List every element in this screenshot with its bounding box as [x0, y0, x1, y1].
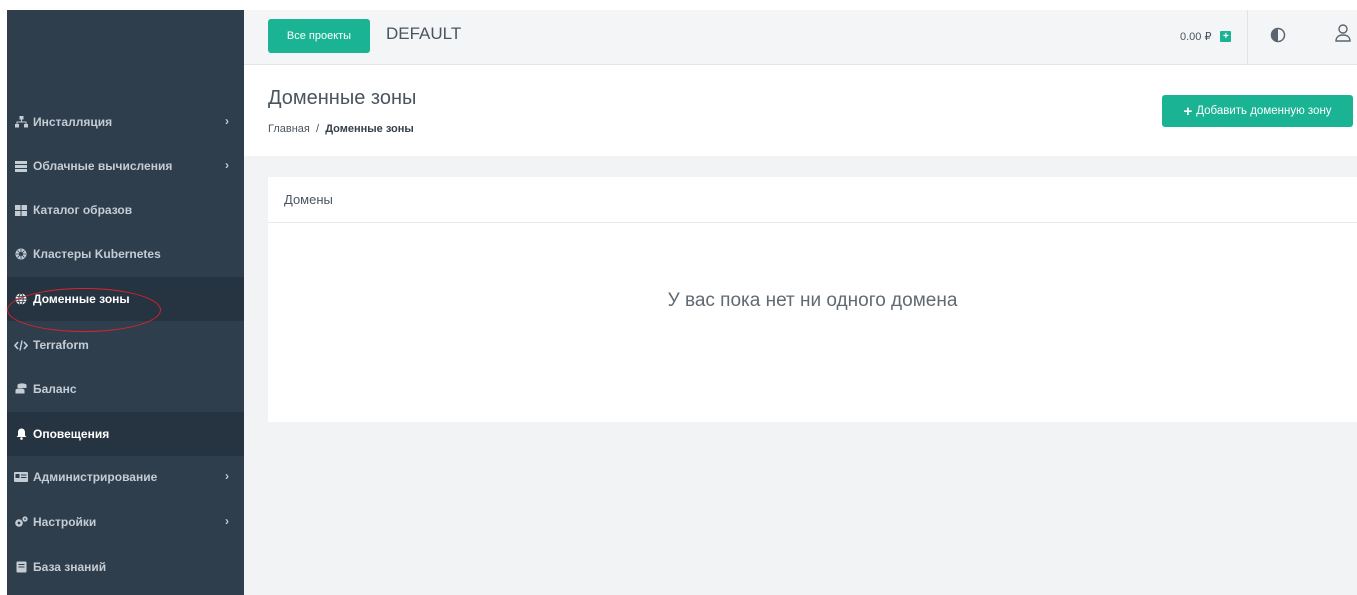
top-bar: Все проекты DEFAULT 0.00 ₽ +	[244, 10, 1357, 65]
sitemap-icon	[14, 115, 28, 129]
sidebar-item-image-catalog[interactable]: Каталог образов	[7, 188, 244, 232]
breadcrumb: Главная / Доменные зоны	[268, 123, 414, 135]
contrast-toggle-icon[interactable]	[1270, 27, 1286, 43]
app-root: Инсталляция › Облачные вычисления › Ката…	[0, 0, 1357, 595]
page-title: Доменные зоны	[268, 87, 417, 109]
divider	[1247, 10, 1248, 65]
bell-icon	[14, 427, 28, 441]
sidebar-item-label: База знаний	[33, 560, 107, 574]
project-name: DEFAULT	[386, 24, 462, 43]
breadcrumb-separator: /	[316, 123, 320, 135]
sidebar-item-label: Облачные вычисления	[33, 159, 173, 173]
coins-icon	[14, 382, 28, 396]
sidebar-item-label: Настройки	[33, 515, 97, 529]
server-icon	[14, 159, 28, 173]
sidebar-item-domain-zones[interactable]: Доменные зоны	[7, 277, 244, 321]
domains-panel: Домены У вас пока нет ни одного домена	[268, 177, 1357, 422]
chevron-right-icon: ›	[225, 514, 229, 528]
add-domain-zone-label: Добавить доменную зону	[1196, 105, 1332, 117]
sidebar-item-label: Баланс	[33, 382, 77, 396]
sidebar-item-cloud-computing[interactable]: Облачные вычисления ›	[7, 144, 244, 188]
chevron-right-icon: ›	[225, 158, 229, 172]
gears-icon	[14, 515, 28, 529]
book-icon	[14, 560, 28, 574]
chevron-right-icon: ›	[225, 114, 229, 128]
sidebar-item-kubernetes[interactable]: Кластеры Kubernetes	[7, 232, 244, 276]
user-icon[interactable]	[1334, 23, 1352, 43]
chevron-right-icon: ›	[225, 469, 229, 483]
kubernetes-icon	[14, 247, 28, 261]
code-icon	[14, 338, 28, 352]
sidebar: Инсталляция › Облачные вычисления › Ката…	[7, 10, 244, 595]
plus-icon: +	[1183, 102, 1193, 120]
grid-icon	[14, 203, 28, 217]
empty-state-message: У вас пока нет ни одного домена	[667, 290, 958, 311]
sidebar-logo-area	[7, 10, 244, 100]
sidebar-item-knowledge-base[interactable]: База знаний	[7, 545, 244, 589]
sidebar-item-settings[interactable]: Настройки ›	[7, 500, 244, 544]
balance-value: 0.00 ₽	[1180, 31, 1212, 43]
globe-icon	[14, 292, 28, 306]
sidebar-item-label: Инсталляция	[33, 115, 113, 129]
add-domain-zone-button[interactable]: + Добавить доменную зону	[1162, 95, 1353, 127]
sidebar-item-label: Terraform	[33, 338, 89, 352]
sidebar-item-administration[interactable]: Администрирование ›	[7, 455, 244, 499]
breadcrumb-current: Доменные зоны	[325, 123, 414, 135]
sidebar-item-balance[interactable]: Баланс	[7, 367, 244, 411]
sidebar-item-label: Оповещения	[33, 427, 110, 441]
sidebar-item-installation[interactable]: Инсталляция ›	[7, 100, 244, 144]
balance-widget[interactable]: 0.00 ₽ +	[1180, 30, 1232, 43]
breadcrumb-home-link[interactable]: Главная	[268, 123, 310, 135]
id-card-icon	[14, 470, 28, 484]
sidebar-item-label: Каталог образов	[33, 203, 133, 217]
all-projects-button[interactable]: Все проекты	[268, 19, 370, 53]
sidebar-item-notifications[interactable]: Оповещения	[7, 412, 244, 456]
add-funds-icon[interactable]: +	[1220, 31, 1232, 42]
main-content: Домены У вас пока нет ни одного домена	[244, 156, 1357, 595]
panel-title: Домены	[268, 177, 1357, 223]
page-header: Доменные зоны Главная / Доменные зоны + …	[244, 65, 1357, 156]
sidebar-item-label: Кластеры Kubernetes	[33, 247, 161, 261]
sidebar-item-terraform[interactable]: Terraform	[7, 323, 244, 367]
sidebar-item-label: Администрирование	[33, 470, 158, 484]
sidebar-item-label: Доменные зоны	[33, 292, 130, 306]
